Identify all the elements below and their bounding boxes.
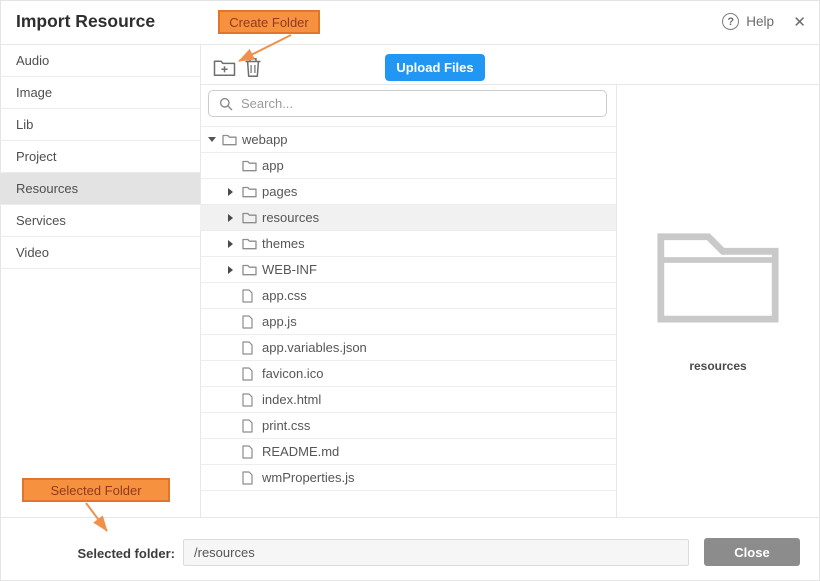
tree-row-webapp[interactable]: webapp bbox=[200, 127, 616, 153]
tree-node-label: app bbox=[262, 158, 284, 173]
sidebar-item-label: Resources bbox=[16, 181, 78, 196]
sidebar-item-label: Audio bbox=[16, 53, 49, 68]
caret-right-icon[interactable] bbox=[228, 240, 242, 248]
large-folder-icon bbox=[655, 228, 781, 330]
tree-row-resources[interactable]: resources bbox=[200, 205, 616, 231]
sidebar-item-project[interactable]: Project bbox=[0, 141, 200, 173]
search-input[interactable] bbox=[239, 95, 606, 112]
file-icon bbox=[242, 367, 253, 381]
annotation-create-folder: Create Folder bbox=[218, 10, 320, 34]
preview-divider bbox=[616, 85, 617, 517]
tree-row-readme.md[interactable]: README.md bbox=[200, 439, 616, 465]
sidebar-item-label: Image bbox=[16, 85, 52, 100]
file-icon bbox=[242, 289, 253, 303]
sidebar-item-video[interactable]: Video bbox=[0, 237, 200, 269]
trash-icon bbox=[244, 57, 262, 78]
folder-icon bbox=[242, 238, 257, 250]
search-box bbox=[208, 90, 607, 117]
delete-button[interactable] bbox=[244, 57, 262, 83]
search-icon bbox=[219, 97, 233, 111]
file-icon bbox=[242, 341, 253, 355]
tree-node-label: pages bbox=[262, 184, 297, 199]
import-resource-dialog: Import Resource ? Help ✕ Audio Image Lib Pr… bbox=[0, 0, 820, 581]
tree-node-label: print.css bbox=[262, 418, 310, 433]
sidebar-item-lib[interactable]: Lib bbox=[0, 109, 200, 141]
tree-row-pages[interactable]: pages bbox=[200, 179, 616, 205]
tree-node-label: index.html bbox=[262, 392, 321, 407]
help-button[interactable]: ? Help bbox=[722, 13, 774, 30]
tree-row-app.css[interactable]: app.css bbox=[200, 283, 616, 309]
tree-row-themes[interactable]: themes bbox=[200, 231, 616, 257]
file-icon bbox=[242, 419, 253, 433]
tree-row-print.css[interactable]: print.css bbox=[200, 413, 616, 439]
file-icon bbox=[242, 471, 253, 485]
tree-row-web-inf[interactable]: WEB-INF bbox=[200, 257, 616, 283]
close-button[interactable]: Close bbox=[704, 538, 800, 566]
preview-folder-name: resources bbox=[616, 359, 820, 373]
sidebar-item-image[interactable]: Image bbox=[0, 77, 200, 109]
file-tree: webapp app pages resources themes WEB-INF app.… bbox=[200, 126, 616, 491]
sidebar-item-services[interactable]: Services bbox=[0, 205, 200, 237]
folder-icon bbox=[242, 160, 257, 172]
tree-node-label: README.md bbox=[262, 444, 339, 459]
footer-divider bbox=[0, 517, 820, 518]
tree-node-label: webapp bbox=[242, 132, 288, 147]
help-icon: ? bbox=[722, 13, 739, 30]
caret-right-icon[interactable] bbox=[228, 188, 242, 196]
tree-row-app.variables.json[interactable]: app.variables.json bbox=[200, 335, 616, 361]
tree-node-label: resources bbox=[262, 210, 319, 225]
tree-node-label: app.css bbox=[262, 288, 307, 303]
folder-plus-icon bbox=[213, 59, 236, 77]
sidebar-item-label: Project bbox=[16, 149, 56, 164]
tree-node-label: WEB-INF bbox=[262, 262, 317, 277]
upload-files-button[interactable]: Upload Files bbox=[385, 54, 485, 81]
tree-row-index.html[interactable]: index.html bbox=[200, 387, 616, 413]
folder-icon bbox=[242, 212, 257, 224]
close-icon[interactable]: ✕ bbox=[793, 13, 806, 31]
sidebar-item-label: Video bbox=[16, 245, 49, 260]
file-icon bbox=[242, 445, 253, 459]
sidebar: Audio Image Lib Project Resources Services Vid… bbox=[0, 45, 200, 269]
tree-node-label: favicon.ico bbox=[262, 366, 323, 381]
file-icon bbox=[242, 393, 253, 407]
create-folder-button[interactable] bbox=[213, 59, 236, 82]
sidebar-item-label: Lib bbox=[16, 117, 33, 132]
tree-row-wmproperties.js[interactable]: wmProperties.js bbox=[200, 465, 616, 491]
sidebar-item-label: Services bbox=[16, 213, 66, 228]
caret-right-icon[interactable] bbox=[228, 266, 242, 274]
sidebar-item-audio[interactable]: Audio bbox=[0, 45, 200, 77]
tree-node-label: themes bbox=[262, 236, 305, 251]
selected-folder-label: Selected folder: bbox=[20, 546, 175, 561]
tree-node-label: wmProperties.js bbox=[262, 470, 354, 485]
file-icon bbox=[242, 315, 253, 329]
tree-row-app.js[interactable]: app.js bbox=[200, 309, 616, 335]
caret-down-icon[interactable] bbox=[208, 137, 222, 142]
tree-row-app[interactable]: app bbox=[200, 153, 616, 179]
tree-row-favicon.ico[interactable]: favicon.ico bbox=[200, 361, 616, 387]
annotation-selected-folder: Selected Folder bbox=[22, 478, 170, 502]
folder-icon bbox=[242, 264, 257, 276]
caret-right-icon[interactable] bbox=[228, 214, 242, 222]
dialog-title: Import Resource bbox=[16, 11, 155, 32]
folder-icon bbox=[242, 186, 257, 198]
folder-icon bbox=[222, 134, 237, 146]
tree-node-label: app.js bbox=[262, 314, 297, 329]
sidebar-item-resources[interactable]: Resources bbox=[0, 173, 200, 205]
help-label: Help bbox=[746, 14, 774, 29]
selected-folder-input[interactable] bbox=[183, 539, 689, 566]
tree-node-label: app.variables.json bbox=[262, 340, 367, 355]
toolbar-divider bbox=[200, 84, 820, 85]
